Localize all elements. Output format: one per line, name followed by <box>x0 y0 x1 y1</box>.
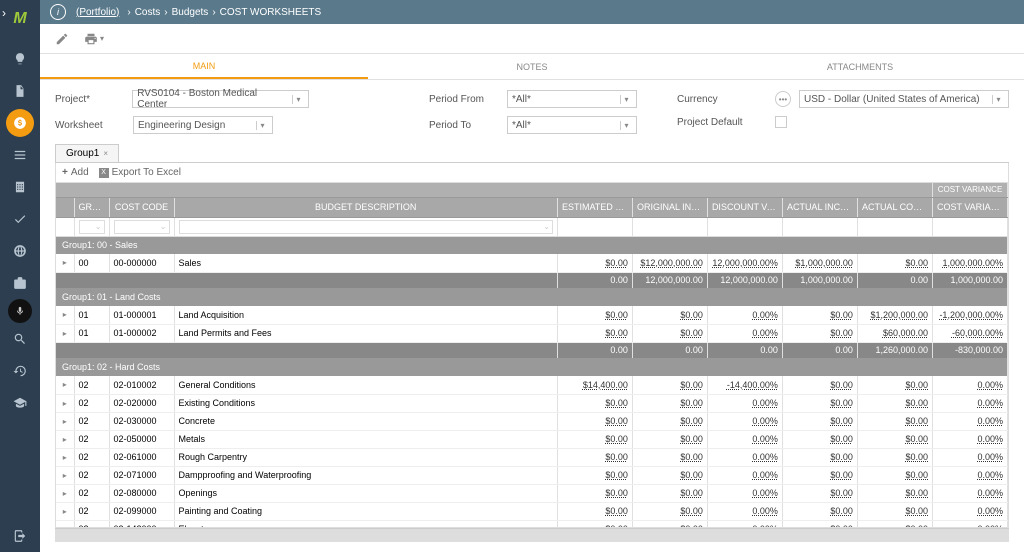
col-actual-costs[interactable]: ACTUAL COSTS <box>857 197 932 217</box>
col-discount-var[interactable]: DISCOUNT VARIANCE <box>707 197 782 217</box>
sidebar-search[interactable] <box>0 323 40 355</box>
expand-icon[interactable]: ▸ <box>56 430 74 448</box>
sidebar-docs[interactable] <box>0 75 40 107</box>
crumb-worksheets: COST WORKSHEETS <box>220 7 322 18</box>
crumb-budgets[interactable]: Budgets <box>172 7 209 18</box>
currency-options-icon[interactable]: ••• <box>775 91 791 107</box>
worksheet-select[interactable]: Engineering Design▾ <box>133 116 273 134</box>
horizontal-scrollbar[interactable] <box>55 528 1009 542</box>
sidebar-costs[interactable] <box>6 109 34 137</box>
group-summary: 0.000.000.000.001,260,000.00-830,000.00 <box>56 342 1008 358</box>
period-from-label: Period From <box>429 94 499 105</box>
expand-icon[interactable]: ▸ <box>56 376 74 394</box>
expand-icon[interactable]: ▸ <box>56 466 74 484</box>
table-row[interactable]: ▸0202-010002General Conditions$14,400.00… <box>56 376 1008 394</box>
page-tabs: MAIN NOTES ATTACHMENTS <box>40 54 1024 80</box>
collapse-chevron-icon[interactable]: › <box>2 6 6 20</box>
expand-icon[interactable]: ▸ <box>56 484 74 502</box>
sidebar-ideas[interactable] <box>0 43 40 75</box>
col-estimated[interactable]: ESTIMATED COST <box>557 197 632 217</box>
table-row[interactable]: ▸0101-000002Land Permits and Fees$0.00$0… <box>56 324 1008 342</box>
expand-icon[interactable]: ▸ <box>56 254 74 272</box>
col-cost-variance-header: COST VARIANCE <box>933 183 1008 197</box>
expand-icon[interactable]: ▸ <box>56 448 74 466</box>
breadcrumb-bar: i (Portfolio) › Costs › Budgets › COST W… <box>40 0 1024 24</box>
table-row[interactable]: ▸0202-071000Dampproofing and Waterproofi… <box>56 466 1008 484</box>
group-header[interactable]: Group1: 01 - Land Costs <box>56 288 1008 306</box>
period-to-label: Period To <box>429 120 499 131</box>
expand-icon[interactable]: ▸ <box>56 394 74 412</box>
table-row[interactable]: ▸0202-020000Existing Conditions$0.00$0.0… <box>56 394 1008 412</box>
filter-panel: Project* RVS0104 - Boston Medical Center… <box>40 80 1024 144</box>
col-cost-code[interactable]: COST CODE <box>109 197 174 217</box>
currency-label: Currency <box>677 94 767 105</box>
sidebar-logout[interactable] <box>0 520 40 552</box>
worksheet-label: Worksheet <box>55 120 125 131</box>
print-button[interactable]: ▾ <box>84 32 104 46</box>
table-row[interactable]: ▸0202-050000Metals$0.00$0.000.00%$0.00$0… <box>56 430 1008 448</box>
toolbar: ▾ <box>40 24 1024 54</box>
export-excel-button[interactable]: XExport To Excel <box>99 167 181 178</box>
expand-icon[interactable]: ▸ <box>56 520 74 528</box>
project-select[interactable]: RVS0104 - Boston Medical Center▾ <box>132 90 309 108</box>
tab-attachments[interactable]: ATTACHMENTS <box>696 54 1024 79</box>
col-cost-variance[interactable]: COST VARIANCE <box>933 197 1008 217</box>
tab-notes[interactable]: NOTES <box>368 54 696 79</box>
expand-icon[interactable]: ▸ <box>56 412 74 430</box>
crumb-costs[interactable]: Costs <box>135 7 161 18</box>
table-row[interactable]: ▸0202-061000Rough Carpentry$0.00$0.000.0… <box>56 448 1008 466</box>
expand-icon[interactable]: ▸ <box>56 502 74 520</box>
tab-main[interactable]: MAIN <box>40 54 368 79</box>
edit-button[interactable] <box>55 32 69 46</box>
add-button[interactable]: +Add <box>62 167 89 178</box>
expand-icon[interactable]: ▸ <box>56 324 74 342</box>
close-icon[interactable]: × <box>103 149 108 158</box>
filter-code[interactable]: ⌄ <box>114 220 170 234</box>
sidebar-list[interactable] <box>0 139 40 171</box>
col-group[interactable]: GROUP <box>74 197 109 217</box>
crumb-portfolio[interactable]: (Portfolio) <box>76 7 119 18</box>
table-row[interactable]: ▸0202-030000Concrete$0.00$0.000.00%$0.00… <box>56 412 1008 430</box>
sidebar-check[interactable] <box>0 203 40 235</box>
period-from-select[interactable]: *All*▾ <box>507 90 637 108</box>
col-expand[interactable] <box>56 197 74 217</box>
currency-select[interactable]: USD - Dollar (United States of America)▾ <box>799 90 1009 108</box>
group-header[interactable]: Group1: 02 - Hard Costs <box>56 358 1008 376</box>
project-default-checkbox[interactable] <box>775 116 787 128</box>
table-row[interactable]: ▸0202-142000Elevators$0.00$0.000.00%$0.0… <box>56 520 1008 528</box>
sidebar-education[interactable] <box>0 387 40 419</box>
sidebar-briefcase[interactable] <box>0 267 40 299</box>
sidebar: M <box>0 0 40 552</box>
table-row[interactable]: ▸0101-000001Land Acquisition$0.00$0.000.… <box>56 306 1008 324</box>
data-grid[interactable]: COST VARIANCE GROUP COST CODE BUDGET DES… <box>55 183 1009 528</box>
group-summary: 0.0012,000,000.0012,000,000.001,000,000.… <box>56 272 1008 288</box>
period-to-select[interactable]: *All*▾ <box>507 116 637 134</box>
project-label: Project* <box>55 94 124 105</box>
app-logo[interactable]: M <box>6 5 34 33</box>
col-description[interactable]: BUDGET DESCRIPTION <box>174 197 557 217</box>
info-icon[interactable]: i <box>50 4 66 20</box>
table-row[interactable]: ▸0202-080000Openings$0.00$0.000.00%$0.00… <box>56 484 1008 502</box>
filter-group[interactable]: ⌄ <box>79 220 105 234</box>
group-header[interactable]: Group1: 00 - Sales <box>56 236 1008 254</box>
project-default-label: Project Default <box>677 117 767 128</box>
table-row[interactable]: ▸0202-099000Painting and Coating$0.00$0.… <box>56 502 1008 520</box>
sidebar-mic[interactable] <box>8 299 32 323</box>
sidebar-history[interactable] <box>0 355 40 387</box>
grid-tab-group1[interactable]: Group1× <box>55 144 119 162</box>
table-row[interactable]: ▸0000-000000Sales$0.00$12,000,000.0012,0… <box>56 254 1008 272</box>
col-actual-income[interactable]: ACTUAL INCOME <box>782 197 857 217</box>
col-original-income[interactable]: ORIGINAL INCOME <box>632 197 707 217</box>
sidebar-globe[interactable] <box>0 235 40 267</box>
sidebar-building[interactable] <box>0 171 40 203</box>
filter-desc[interactable]: ⌄ <box>179 220 553 234</box>
expand-icon[interactable]: ▸ <box>56 306 74 324</box>
